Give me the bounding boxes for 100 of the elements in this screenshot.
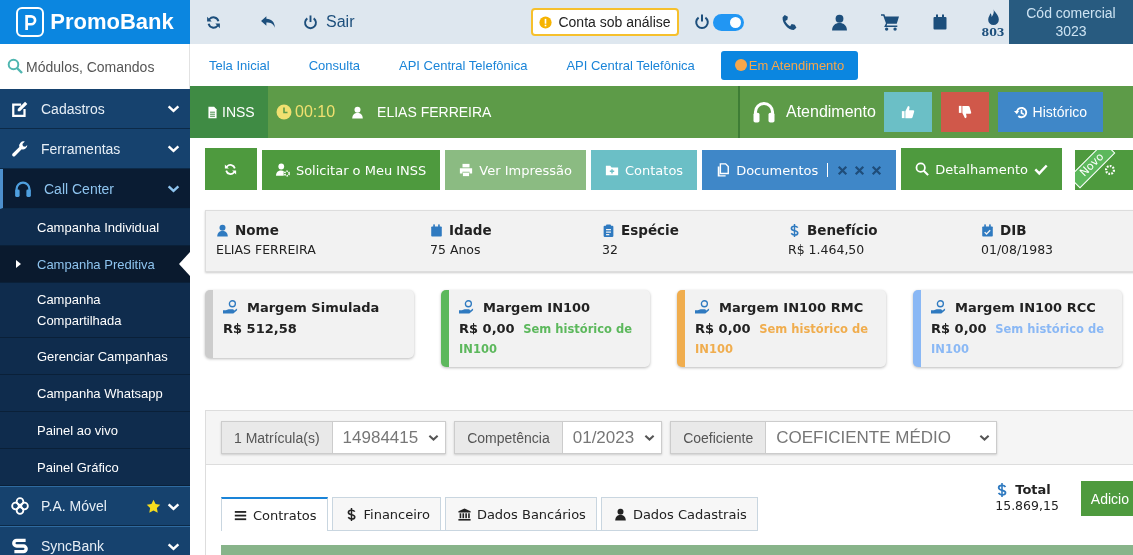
card-value: R$ 0,00 Sem histórico de IN100 — [695, 320, 869, 358]
power-icon[interactable] — [693, 14, 710, 30]
tab[interactable]: Dados Cadastrais — [600, 497, 758, 530]
toggle-switch[interactable] — [712, 13, 744, 31]
card-value: R$ 512,58 — [223, 320, 298, 338]
field-value: R$ 1.464,50 — [788, 242, 866, 257]
field-value: ELIAS FERREIRA — [216, 242, 317, 257]
bank-icon — [457, 507, 471, 521]
person-icon — [216, 223, 229, 237]
status-badge: Conta sob análise — [531, 8, 679, 36]
code-value: 3023 — [1055, 22, 1087, 40]
field-label: Nome — [235, 222, 279, 238]
sidebar-item[interactable]: Cadastros — [0, 89, 190, 129]
calendar-check-icon — [981, 223, 994, 237]
field-label: Espécie — [621, 222, 679, 238]
document-icon — [206, 105, 219, 119]
field-label: DIB — [1000, 222, 1027, 238]
submenu-item[interactable]: Painel ao vivo — [0, 412, 190, 449]
product-label: INSS — [222, 104, 255, 120]
field-value: 01/08/1983 — [981, 242, 1055, 257]
nav-tab[interactable]: Consulta — [297, 50, 371, 80]
request-button[interactable]: Solicitar o Meu INSS — [261, 150, 441, 190]
printer-icon — [459, 163, 474, 177]
card-value: R$ 0,00 Sem histórico de IN100 — [459, 320, 633, 358]
user-icon — [613, 507, 627, 521]
check-icon — [1034, 162, 1049, 176]
submenu-item[interactable]: Campanha Individual — [0, 209, 190, 246]
submenu-item[interactable]: Campanha Whatsapp — [0, 375, 190, 412]
list-icon — [234, 508, 247, 522]
sidebar-item[interactable]: SyncBank — [0, 526, 190, 555]
nav-tab[interactable]: Tela Inicial — [198, 50, 281, 80]
clock-icon — [276, 104, 292, 120]
history-button[interactable]: Histórico — [997, 92, 1103, 132]
search-field[interactable]: Módulos, Comandos — [0, 44, 190, 89]
dollar-icon — [788, 223, 801, 237]
total-value: 15.869,15 — [995, 498, 1059, 513]
status-label: Atendimento — [786, 103, 876, 121]
phone-icon[interactable] — [780, 13, 798, 31]
client-name: ELIAS FERREIRA — [377, 104, 492, 120]
folder-plus-icon — [605, 163, 619, 177]
card-title: Margem Simulada — [247, 300, 380, 315]
logout-button[interactable]: Sair — [303, 13, 355, 31]
hand-coin-icon — [459, 300, 474, 315]
refresh-icon — [223, 161, 239, 177]
tab[interactable]: Contratos — [221, 497, 328, 531]
nav-tab[interactable]: API Central Telefônica — [555, 50, 706, 80]
add-button[interactable]: Adicio — [1080, 481, 1133, 516]
field-value: 32 — [602, 242, 619, 257]
dislike-button[interactable] — [940, 92, 989, 132]
flower-icon — [11, 497, 29, 515]
total-label: Total — [1015, 482, 1051, 497]
hand-coin-icon — [223, 300, 238, 315]
hand-coin-icon — [695, 300, 710, 315]
refresh-icon[interactable] — [205, 13, 222, 31]
user-icon[interactable] — [830, 13, 848, 31]
user-gear-icon — [275, 163, 290, 177]
calendar-icon — [430, 223, 443, 237]
nav-tab[interactable]: API Central Telefônica — [388, 50, 539, 80]
wrench-icon — [11, 139, 29, 158]
card-title: Margem IN100 — [483, 300, 591, 315]
logo-icon — [16, 7, 45, 37]
like-button[interactable] — [883, 92, 932, 132]
search-icon — [915, 162, 930, 176]
submenu-item[interactable]: Campanha Compartilhada — [0, 283, 190, 338]
call-timer: 00:10 — [295, 103, 336, 121]
hand-coin-icon — [931, 300, 946, 315]
card-value: R$ 0,00 Sem histórico de IN100 — [931, 320, 1105, 358]
clipboard-icon — [602, 223, 615, 237]
power-icon — [303, 14, 318, 30]
tab[interactable]: Dados Bancários — [444, 497, 597, 530]
submenu-item[interactable]: Campanha Preditiva — [0, 246, 190, 283]
copy-icon — [716, 163, 731, 177]
sidebar-item[interactable]: Call Center — [0, 169, 190, 209]
status-dot — [734, 59, 747, 71]
cart-icon[interactable] — [880, 13, 899, 31]
cross-icon — [854, 164, 866, 176]
submenu-item[interactable]: Gerenciar Campanhas — [0, 338, 190, 375]
sync-icon — [11, 537, 29, 555]
history-icon — [1013, 104, 1029, 120]
details-button[interactable]: Detalhamento — [901, 148, 1063, 190]
cross-icon — [871, 164, 883, 176]
code-label: Cód comercial — [1026, 4, 1116, 22]
sidebar-item[interactable]: Ferramentas — [0, 129, 190, 169]
calendar-icon[interactable] — [931, 14, 948, 30]
cross-icon — [837, 164, 849, 176]
headphones-icon — [14, 179, 32, 198]
user-icon — [351, 105, 365, 119]
points-count: 803 — [981, 26, 1005, 39]
documents-button[interactable]: Documentos — [702, 150, 897, 190]
card-title: Margem IN100 RMC — [719, 300, 864, 315]
logo-text: PromoBank — [50, 9, 174, 35]
field-label: Idade — [449, 222, 492, 238]
edit-icon — [11, 99, 29, 118]
field-value: 75 Anos — [430, 242, 482, 257]
field-label: Benefício — [807, 222, 878, 238]
thumbs-up-icon — [900, 105, 915, 119]
tab[interactable]: Financeiro — [331, 497, 441, 530]
sidebar-item[interactable]: P.A. Móvel — [0, 486, 190, 526]
warning-icon — [539, 15, 553, 29]
submenu-item[interactable]: Painel Gráfico — [0, 449, 190, 486]
